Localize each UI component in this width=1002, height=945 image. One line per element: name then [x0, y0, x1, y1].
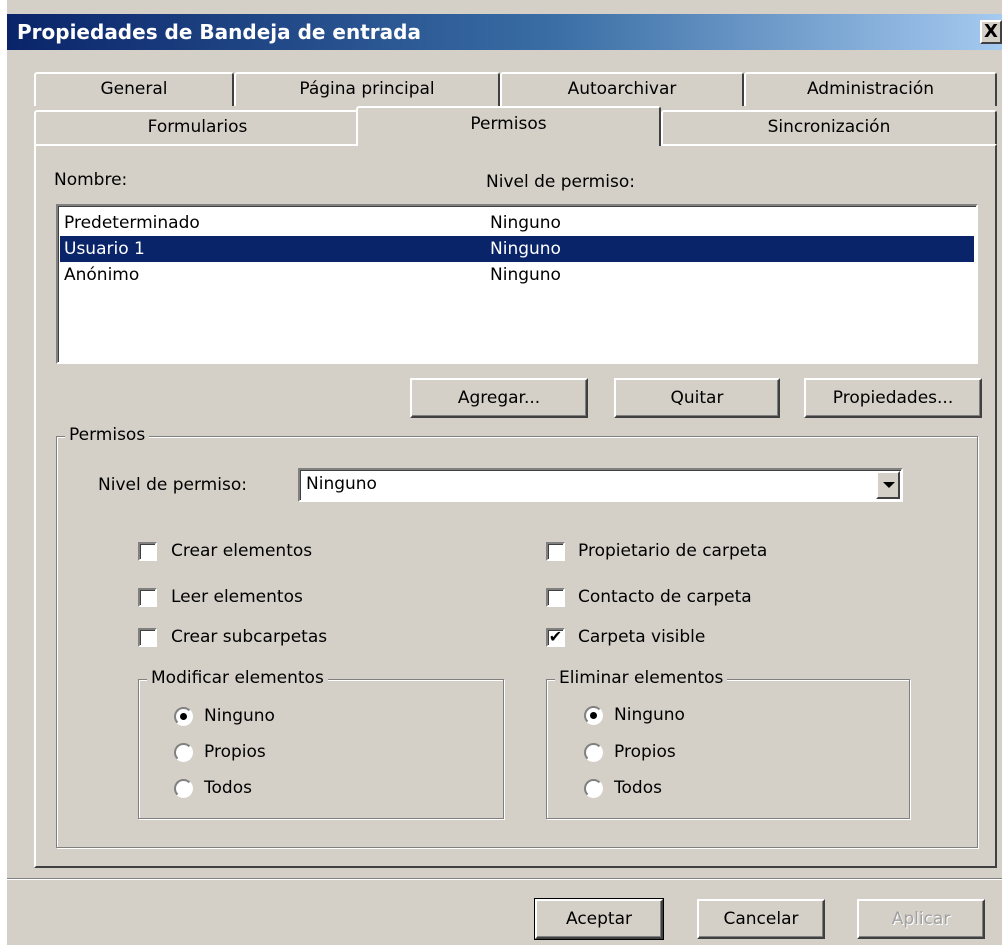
tab-sync[interactable]: Sincronización — [661, 110, 997, 144]
close-icon: X — [984, 21, 998, 42]
delete-own-label: Propios — [614, 742, 676, 762]
create-subfolders-label: Crear subcarpetas — [171, 627, 328, 647]
permission-level-label: Nivel de permiso: — [98, 475, 247, 495]
tab-autoarchive[interactable]: Autoarchivar — [500, 72, 744, 106]
ok-button-label: Aceptar — [566, 909, 632, 929]
folder-owner-label: Propietario de carpeta — [578, 541, 768, 561]
tab-permissions[interactable]: Permisos — [356, 106, 661, 146]
list-item[interactable]: Predeterminado Ninguno — [60, 210, 974, 236]
tab-general[interactable]: General — [34, 72, 234, 106]
tab-label: Administración — [806, 79, 935, 99]
list-item-selected[interactable]: Usuario 1 Ninguno — [60, 236, 974, 262]
delete-none-radio[interactable] — [584, 706, 603, 725]
permissions-panel: Nombre: Nivel de permiso: Predeterminado… — [34, 144, 997, 868]
delete-all-radio[interactable] — [584, 779, 603, 798]
window-title: Propiedades de Bandeja de entrada — [17, 20, 421, 44]
edit-all-radio[interactable] — [174, 779, 193, 798]
properties-button-label: Propiedades... — [832, 388, 954, 408]
delete-items-group-title: Eliminar elementos — [555, 668, 728, 688]
read-items-label: Leer elementos — [171, 587, 303, 607]
remove-button[interactable]: Quitar — [614, 378, 780, 418]
apply-button-label: Aplicar — [891, 909, 951, 929]
user-level: Ninguno — [490, 213, 561, 233]
title-bar[interactable]: Propiedades de Bandeja de entrada X — [7, 14, 1002, 50]
user-level: Ninguno — [490, 265, 561, 285]
chevron-down-icon[interactable] — [876, 471, 900, 499]
create-items-checkbox[interactable] — [138, 542, 157, 561]
add-button[interactable]: Agregar... — [410, 378, 588, 418]
edit-none-label: Ninguno — [204, 706, 275, 726]
read-items-checkbox[interactable] — [138, 588, 157, 607]
remove-button-label: Quitar — [670, 388, 724, 408]
edit-all-label: Todos — [204, 778, 252, 798]
edit-none-radio[interactable] — [174, 707, 193, 726]
list-item[interactable]: Anónimo Ninguno — [60, 262, 974, 288]
properties-dialog: Propiedades de Bandeja de entrada X Gene… — [5, 0, 1002, 945]
create-items-label: Crear elementos — [171, 541, 313, 561]
folder-owner-checkbox[interactable] — [546, 542, 565, 561]
tab-forms[interactable]: Formularios — [34, 110, 361, 144]
tab-label: Formularios — [147, 117, 248, 137]
level-column-header: Nivel de permiso: — [486, 172, 635, 192]
footer-separator — [7, 878, 1002, 880]
folder-contact-checkbox[interactable] — [546, 588, 565, 607]
permission-level-dropdown[interactable]: Ninguno — [298, 468, 903, 502]
delete-none-label: Ninguno — [614, 705, 685, 725]
user-name: Anónimo — [64, 265, 140, 285]
tab-home-page[interactable]: Página principal — [234, 72, 500, 106]
apply-button[interactable]: Aplicar — [857, 899, 985, 939]
edit-own-radio[interactable] — [174, 743, 193, 762]
delete-all-label: Todos — [614, 778, 662, 798]
cancel-button[interactable]: Cancelar — [697, 899, 825, 939]
check-mark-icon: ✔ — [548, 627, 563, 646]
add-button-label: Agregar... — [457, 388, 541, 408]
user-name: Usuario 1 — [64, 239, 145, 259]
ok-button[interactable]: Aceptar — [534, 898, 664, 940]
folder-visible-checkbox[interactable]: ✔ — [546, 628, 565, 647]
properties-button[interactable]: Propiedades... — [804, 378, 982, 418]
user-name: Predeterminado — [64, 213, 200, 233]
folder-visible-label: Carpeta visible — [578, 627, 706, 647]
tab-label: Sincronización — [767, 117, 891, 137]
name-column-header: Nombre: — [54, 170, 128, 190]
tab-label: Página principal — [299, 79, 435, 99]
cancel-button-label: Cancelar — [723, 909, 799, 929]
tab-label: General — [100, 79, 168, 99]
tab-label: Permisos — [470, 114, 547, 134]
user-level: Ninguno — [490, 239, 561, 259]
permission-level-value: Ninguno — [306, 474, 377, 494]
folder-contact-label: Contacto de carpeta — [578, 587, 752, 607]
edit-items-group: Modificar elementos — [138, 668, 504, 819]
permissions-group-title: Permisos — [65, 425, 150, 445]
users-list[interactable]: Predeterminado Ninguno Usuario 1 Ninguno… — [56, 204, 978, 364]
tab-label: Autoarchivar — [567, 79, 677, 99]
tab-administration[interactable]: Administración — [744, 72, 997, 106]
close-button[interactable]: X — [980, 20, 1002, 44]
edit-items-group-title: Modificar elementos — [147, 668, 328, 688]
create-subfolders-checkbox[interactable] — [138, 628, 157, 647]
edit-own-label: Propios — [204, 742, 266, 762]
delete-own-radio[interactable] — [584, 743, 603, 762]
